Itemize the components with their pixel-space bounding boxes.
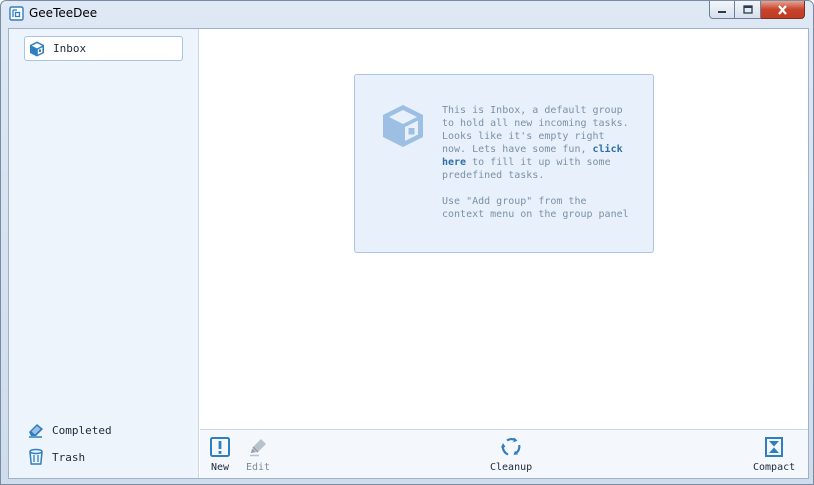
new-task-icon — [210, 437, 230, 457]
app-logo-icon — [9, 6, 24, 21]
task-panel[interactable]: This is Inbox, a default group to hold a… — [200, 29, 808, 478]
trash-link[interactable]: Trash — [27, 448, 85, 466]
info-line: This is Inbox, a default group — [442, 105, 623, 116]
info-line: context menu on the group panel — [442, 209, 629, 220]
compact-button[interactable]: Compact — [753, 436, 795, 473]
client-area: Inbox Completed Trash This is Inbox, a d… — [8, 28, 809, 479]
completed-label: Completed — [52, 423, 112, 437]
cleanup-button[interactable]: Cleanup — [490, 436, 532, 473]
minimize-button[interactable] — [709, 1, 735, 19]
group-item-inbox[interactable]: Inbox — [24, 36, 183, 61]
info-line: Looks like it's empty right — [442, 131, 605, 142]
cleanup-label: Cleanup — [490, 462, 533, 473]
close-icon — [778, 4, 787, 15]
group-panel[interactable]: Inbox Completed Trash — [9, 29, 199, 478]
pencil-icon — [250, 439, 267, 457]
empty-inbox-notice: This is Inbox, a default group to hold a… — [354, 74, 654, 253]
trash-label: Trash — [52, 450, 86, 464]
window-controls — [709, 1, 805, 19]
info-line: Use "Add group" from the — [442, 196, 587, 207]
fill-sample-tasks-link[interactable]: here — [442, 157, 466, 168]
close-button[interactable] — [761, 1, 805, 19]
box-icon — [30, 41, 44, 56]
maximize-icon — [742, 5, 753, 14]
eraser-icon — [29, 424, 43, 438]
recycle-icon — [501, 437, 521, 456]
minimize-icon — [718, 10, 726, 13]
edit-label: Edit — [246, 462, 271, 473]
info-line-with-link: now. Lets have some fun, click — [442, 143, 647, 156]
new-label: New — [210, 462, 230, 473]
info-text-fragment: now. Lets have some fun, — [442, 144, 593, 155]
maximize-button[interactable] — [735, 1, 761, 19]
completed-link[interactable]: Completed — [27, 421, 112, 439]
compact-label: Compact — [753, 462, 796, 473]
new-task-button[interactable]: New — [209, 436, 231, 473]
edit-task-button[interactable]: Edit — [246, 436, 270, 473]
app-window: GeeTeeDee Inbox Completed Trash This is … — [0, 0, 814, 485]
title-bar[interactable]: GeeTeeDee — [1, 1, 813, 27]
fill-sample-tasks-link[interactable]: click — [593, 144, 623, 155]
info-line-with-link: here to fill it up with some — [442, 156, 647, 169]
info-text-fragment: to fill it up with some — [466, 157, 611, 168]
box-icon — [383, 105, 423, 147]
empty-inbox-text: This is Inbox, a default group to hold a… — [442, 104, 647, 221]
window-title: GeeTeeDee — [29, 6, 98, 20]
info-line: to hold all new incoming tasks. — [442, 118, 629, 129]
trash-icon — [29, 448, 43, 465]
group-item-label: Inbox — [53, 42, 87, 55]
bottom-toolbar: New Edit Cleanup Compact — [200, 429, 808, 478]
compact-icon — [765, 437, 784, 457]
info-line: predefined tasks. — [442, 170, 545, 181]
